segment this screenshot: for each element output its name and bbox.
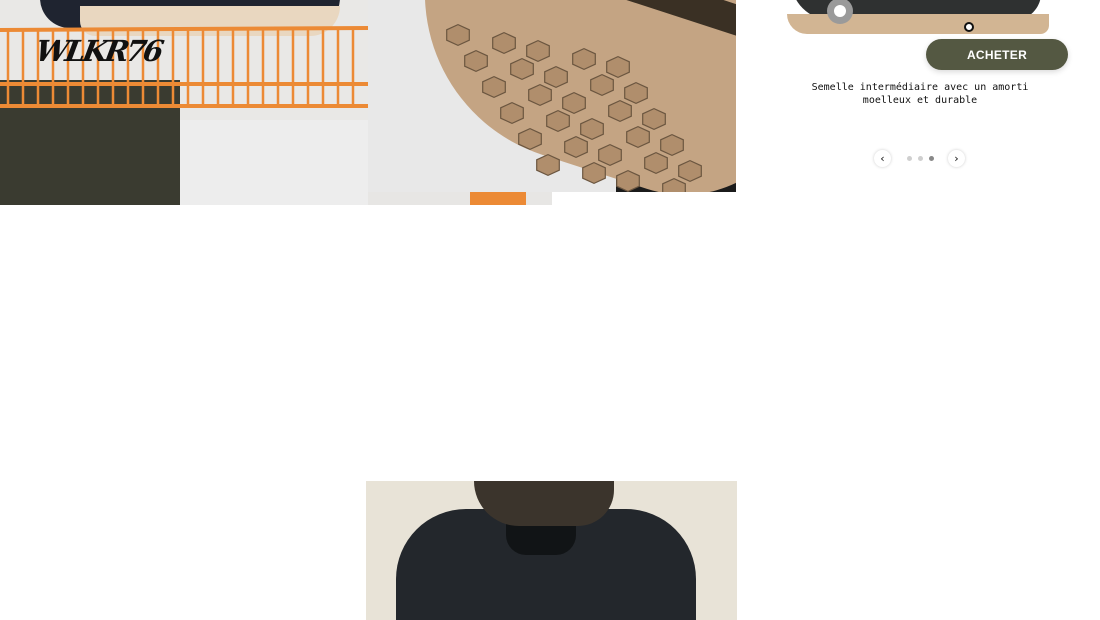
hex-lug	[564, 135, 588, 159]
hex-lug	[662, 177, 686, 192]
buy-button[interactable]: ACHETER	[926, 39, 1068, 70]
hex-lug	[590, 73, 614, 97]
carousel-prev-button[interactable]: ‹	[874, 150, 891, 167]
hex-lug	[518, 127, 542, 151]
hero-photo-outsole	[368, 0, 736, 192]
hex-lug	[598, 143, 622, 167]
hex-lug	[528, 83, 552, 107]
chevron-left-icon: ‹	[880, 152, 885, 165]
hex-lug	[608, 99, 632, 123]
hex-lug	[544, 65, 568, 89]
hex-lugs-graphic	[446, 23, 702, 192]
hex-lug	[482, 75, 506, 99]
brand-logo[interactable]: WLKR76	[33, 34, 164, 68]
carousel-next-button[interactable]: ›	[948, 150, 965, 167]
hex-lug	[510, 57, 534, 81]
carousel-dot[interactable]	[929, 156, 934, 161]
shoe-sole-shape	[787, 14, 1049, 34]
hair-shape	[474, 481, 614, 526]
hex-lug	[492, 31, 516, 55]
hex-lug	[446, 23, 470, 47]
hex-lug	[616, 169, 640, 192]
hex-lug	[580, 117, 604, 141]
hex-lug	[562, 91, 586, 115]
editorial-photo	[366, 481, 737, 620]
chevron-right-icon: ›	[954, 152, 959, 165]
feature-hotspot[interactable]	[964, 22, 974, 32]
hex-lug	[644, 151, 668, 175]
feature-caption: Semelle intermédiaire avec un amorti moe…	[811, 82, 1029, 106]
hex-lug	[536, 153, 560, 177]
hex-lug	[526, 39, 550, 63]
hex-lug	[642, 107, 666, 131]
photo-strip-orange	[470, 192, 526, 205]
hex-lug	[500, 101, 524, 125]
floor-shape	[160, 120, 368, 205]
hex-lug	[464, 49, 488, 73]
hex-lug	[678, 159, 702, 183]
hex-lug	[546, 109, 570, 133]
hex-lug	[582, 161, 606, 185]
hex-lug	[572, 47, 596, 71]
hex-lug	[660, 133, 684, 157]
hex-lug	[624, 81, 648, 105]
carousel-dot[interactable]	[907, 156, 912, 161]
hex-lug	[626, 125, 650, 149]
hex-lug	[606, 55, 630, 79]
product-shoe-image	[785, 0, 1053, 36]
hero-photo-cart	[0, 0, 368, 205]
carousel-dot[interactable]	[918, 156, 923, 161]
